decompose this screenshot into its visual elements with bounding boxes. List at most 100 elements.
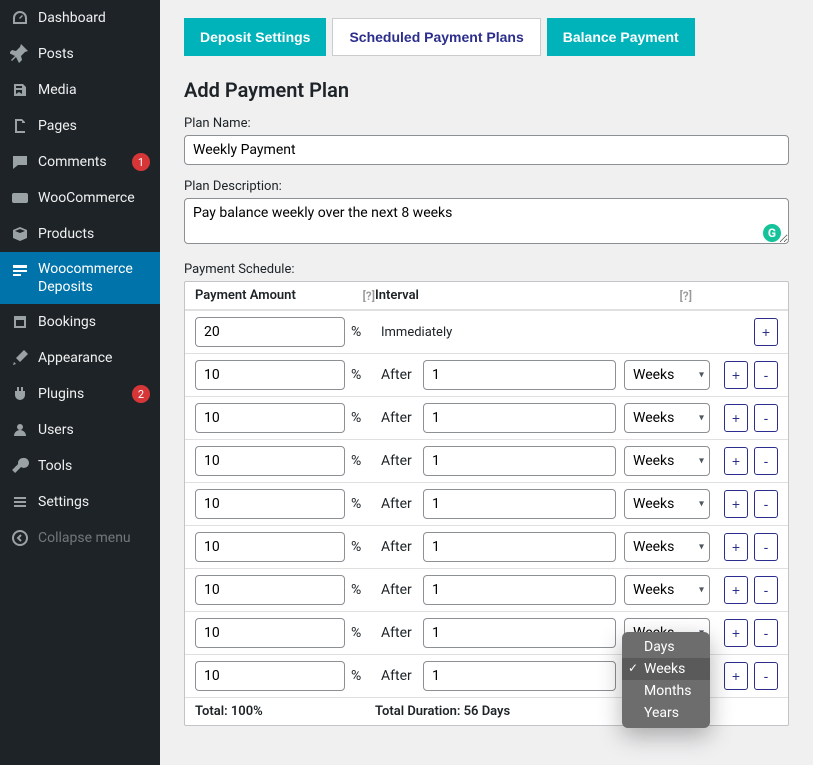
interval-input[interactable] bbox=[423, 532, 616, 562]
interval-input[interactable] bbox=[423, 403, 616, 433]
remove-row-button[interactable]: - bbox=[754, 619, 778, 647]
unit-select[interactable] bbox=[624, 446, 710, 476]
remove-row-button[interactable]: - bbox=[754, 576, 778, 604]
sidebar-item-plugins[interactable]: Plugins 2 bbox=[0, 376, 160, 412]
notification-badge: 2 bbox=[132, 385, 150, 403]
unit-select[interactable] bbox=[624, 532, 710, 562]
sidebar-item-woocommerce-deposits[interactable]: Woocommerce Deposits bbox=[0, 252, 160, 304]
amount-input[interactable] bbox=[195, 618, 345, 648]
help-icon[interactable]: [?] bbox=[680, 289, 692, 303]
dropdown-option[interactable]: Weeks bbox=[622, 658, 710, 680]
percent-sign: % bbox=[351, 453, 361, 469]
remove-row-button[interactable]: - bbox=[754, 490, 778, 518]
settings-icon bbox=[10, 492, 30, 512]
interval-input[interactable] bbox=[423, 618, 616, 648]
amount-input[interactable] bbox=[195, 661, 345, 691]
box-icon bbox=[10, 224, 30, 244]
grammarly-icon[interactable]: G bbox=[763, 224, 781, 242]
deposits-icon bbox=[10, 260, 30, 280]
percent-sign: % bbox=[351, 410, 361, 426]
page-title: Add Payment Plan bbox=[184, 78, 789, 102]
add-row-button[interactable]: + bbox=[724, 490, 748, 518]
sidebar-collapse[interactable]: Collapse menu bbox=[0, 520, 160, 556]
sidebar-label: Plugins bbox=[38, 385, 120, 403]
dropdown-option[interactable]: Days bbox=[622, 636, 710, 658]
after-label: After bbox=[381, 539, 415, 555]
after-label: After bbox=[381, 668, 415, 684]
amount-input[interactable] bbox=[195, 532, 345, 562]
sidebar-item-products[interactable]: Products bbox=[0, 216, 160, 252]
sidebar-label: Dashboard bbox=[38, 9, 150, 27]
sidebar-label: Appearance bbox=[38, 349, 150, 367]
sidebar-item-media[interactable]: Media bbox=[0, 72, 160, 108]
add-row-button[interactable]: + bbox=[724, 576, 748, 604]
amount-input[interactable] bbox=[195, 446, 345, 476]
after-label: After bbox=[381, 496, 415, 512]
sidebar-item-posts[interactable]: Posts bbox=[0, 36, 160, 72]
add-row-button[interactable]: + bbox=[754, 318, 778, 346]
remove-row-button[interactable]: - bbox=[754, 662, 778, 690]
plan-name-label: Plan Name: bbox=[184, 116, 789, 131]
sidebar-label: Tools bbox=[38, 457, 150, 475]
immediately-label: Immediately bbox=[381, 325, 452, 340]
after-label: After bbox=[381, 582, 415, 598]
remove-row-button[interactable]: - bbox=[754, 447, 778, 475]
sidebar-item-comments[interactable]: Comments 1 bbox=[0, 144, 160, 180]
sidebar-item-appearance[interactable]: Appearance bbox=[0, 340, 160, 376]
interval-input[interactable] bbox=[423, 661, 616, 691]
sidebar-item-users[interactable]: Users bbox=[0, 412, 160, 448]
schedule-row: %Immediately+ bbox=[185, 310, 788, 353]
sidebar-label: Comments bbox=[38, 153, 120, 171]
dropdown-option[interactable]: Years bbox=[622, 702, 710, 724]
sidebar-item-settings[interactable]: Settings bbox=[0, 484, 160, 520]
add-row-button[interactable]: + bbox=[724, 361, 748, 389]
sidebar-label: Pages bbox=[38, 117, 150, 135]
add-row-button[interactable]: + bbox=[724, 404, 748, 432]
schedule-row: %After▾+- bbox=[185, 396, 788, 439]
percent-sign: % bbox=[351, 539, 361, 555]
amount-input[interactable] bbox=[195, 317, 345, 347]
sidebar-label: Users bbox=[38, 421, 150, 439]
unit-dropdown[interactable]: DaysWeeksMonthsYears bbox=[622, 632, 710, 728]
interval-input[interactable] bbox=[423, 575, 616, 605]
schedule-row: %After▾+- bbox=[185, 482, 788, 525]
add-row-button[interactable]: + bbox=[724, 447, 748, 475]
amount-input[interactable] bbox=[195, 360, 345, 390]
remove-row-button[interactable]: - bbox=[754, 404, 778, 432]
plan-name-input[interactable] bbox=[184, 135, 789, 165]
percent-sign: % bbox=[351, 668, 361, 684]
tab-balance-payment[interactable]: Balance Payment bbox=[547, 18, 695, 56]
amount-input[interactable] bbox=[195, 489, 345, 519]
tab-scheduled-payment-plans[interactable]: Scheduled Payment Plans bbox=[332, 18, 540, 56]
interval-input[interactable] bbox=[423, 489, 616, 519]
interval-input[interactable] bbox=[423, 360, 616, 390]
unit-select[interactable] bbox=[624, 403, 710, 433]
woo-icon bbox=[10, 188, 30, 208]
help-icon[interactable]: [?] bbox=[363, 289, 375, 303]
amount-input[interactable] bbox=[195, 403, 345, 433]
sidebar-item-bookings[interactable]: Bookings bbox=[0, 304, 160, 340]
total-percent: Total: 100% bbox=[195, 704, 375, 719]
after-label: After bbox=[381, 367, 415, 383]
media-icon bbox=[10, 80, 30, 100]
tab-deposit-settings[interactable]: Deposit Settings bbox=[184, 18, 326, 56]
remove-row-button[interactable]: - bbox=[754, 361, 778, 389]
add-row-button[interactable]: + bbox=[724, 533, 748, 561]
amount-input[interactable] bbox=[195, 575, 345, 605]
interval-header: Interval bbox=[375, 288, 419, 303]
sidebar-item-tools[interactable]: Tools bbox=[0, 448, 160, 484]
add-row-button[interactable]: + bbox=[724, 662, 748, 690]
sidebar-item-pages[interactable]: Pages bbox=[0, 108, 160, 144]
sidebar-item-woocommerce[interactable]: WooCommerce bbox=[0, 180, 160, 216]
sidebar-item-dashboard[interactable]: Dashboard bbox=[0, 0, 160, 36]
schedule-row: %After▾+- bbox=[185, 525, 788, 568]
sidebar-label: Posts bbox=[38, 45, 150, 63]
unit-select[interactable] bbox=[624, 360, 710, 390]
interval-input[interactable] bbox=[423, 446, 616, 476]
plan-description-input[interactable] bbox=[184, 198, 789, 244]
dropdown-option[interactable]: Months bbox=[622, 680, 710, 702]
unit-select[interactable] bbox=[624, 575, 710, 605]
add-row-button[interactable]: + bbox=[724, 619, 748, 647]
remove-row-button[interactable]: - bbox=[754, 533, 778, 561]
unit-select[interactable] bbox=[624, 489, 710, 519]
